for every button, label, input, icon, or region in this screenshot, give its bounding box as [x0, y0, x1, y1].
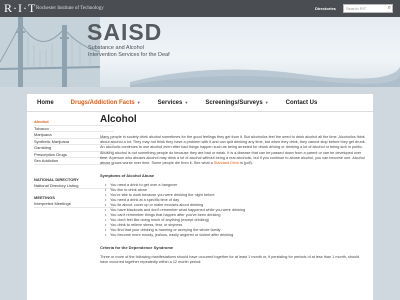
page-title: Alcohol [100, 114, 137, 125]
chevron-down-icon: ▼ [264, 100, 269, 105]
site-title: SAISD [87, 19, 163, 45]
list-item: You become more moody, jealous, easily a… [105, 233, 368, 238]
search-icon[interactable]: ⌕ [388, 5, 391, 12]
nav-drugs-label: Drugs/Addiction Facts [70, 99, 135, 106]
banner-wave-decoration [130, 67, 400, 87]
nav-screenings-label: Screenings/Surveys [205, 99, 263, 106]
nav-home-label: Home [37, 99, 54, 106]
rit-top-bar: R·I·T Rochester Institute of Technology … [0, 0, 400, 17]
subtitle-line-2: Intervention Services for the Deaf [88, 51, 170, 58]
nav-home[interactable]: Home [37, 100, 54, 106]
chevron-down-icon: ▼ [184, 100, 189, 105]
site-subtitle: Substance and Alcohol Intervention Servi… [88, 45, 228, 58]
nav-drugs-addiction-facts[interactable]: Drugs/Addiction Facts ▼ [71, 100, 141, 106]
institution-name[interactable]: Rochester Institute of Technology [36, 6, 104, 11]
dependence-criteria-text: Three or more of the following manifesta… [100, 255, 360, 265]
golden-gate-bridge-image [0, 17, 100, 87]
standard-drink-link[interactable]: Standard Drink [214, 161, 239, 165]
dependence-criteria-heading: Criteria for the Dependence Syndrome [100, 245, 174, 251]
content-area: Alcohol Tobacco Marijuana Synthetic Mari… [27, 112, 373, 300]
main-article: Alcohol Many people in society drink alc… [100, 114, 368, 273]
nav-services-label: Services [157, 99, 183, 106]
abuse-symptoms-heading: Symptoms of Alcohol Abuse [100, 173, 155, 179]
main-nav: Home Drugs/Addiction Facts ▼ Services ▼ … [27, 94, 373, 112]
nav-services[interactable]: Services ▼ [158, 100, 189, 106]
intro-end-text: is (pdf). [240, 161, 253, 166]
nav-screenings-surveys[interactable]: Screenings/Surveys ▼ [205, 100, 268, 106]
intro-paragraph: Many people in society drink alcohol som… [100, 135, 368, 166]
abuse-symptoms-list: You need a drink to get over a hangover … [100, 183, 368, 238]
search-input[interactable]: Search RIT ⌕ [343, 4, 393, 13]
chevron-down-icon: ▼ [136, 100, 141, 105]
nav-contact-us[interactable]: Contact Us [286, 100, 318, 106]
rit-logo[interactable]: R·I·T [4, 1, 35, 16]
nav-contact-label: Contact Us [285, 99, 318, 106]
directories-link[interactable]: Directories [315, 6, 336, 11]
search-placeholder: Search RIT [346, 6, 367, 11]
site-banner: SAISD Substance and Alcohol Intervention… [0, 17, 400, 87]
